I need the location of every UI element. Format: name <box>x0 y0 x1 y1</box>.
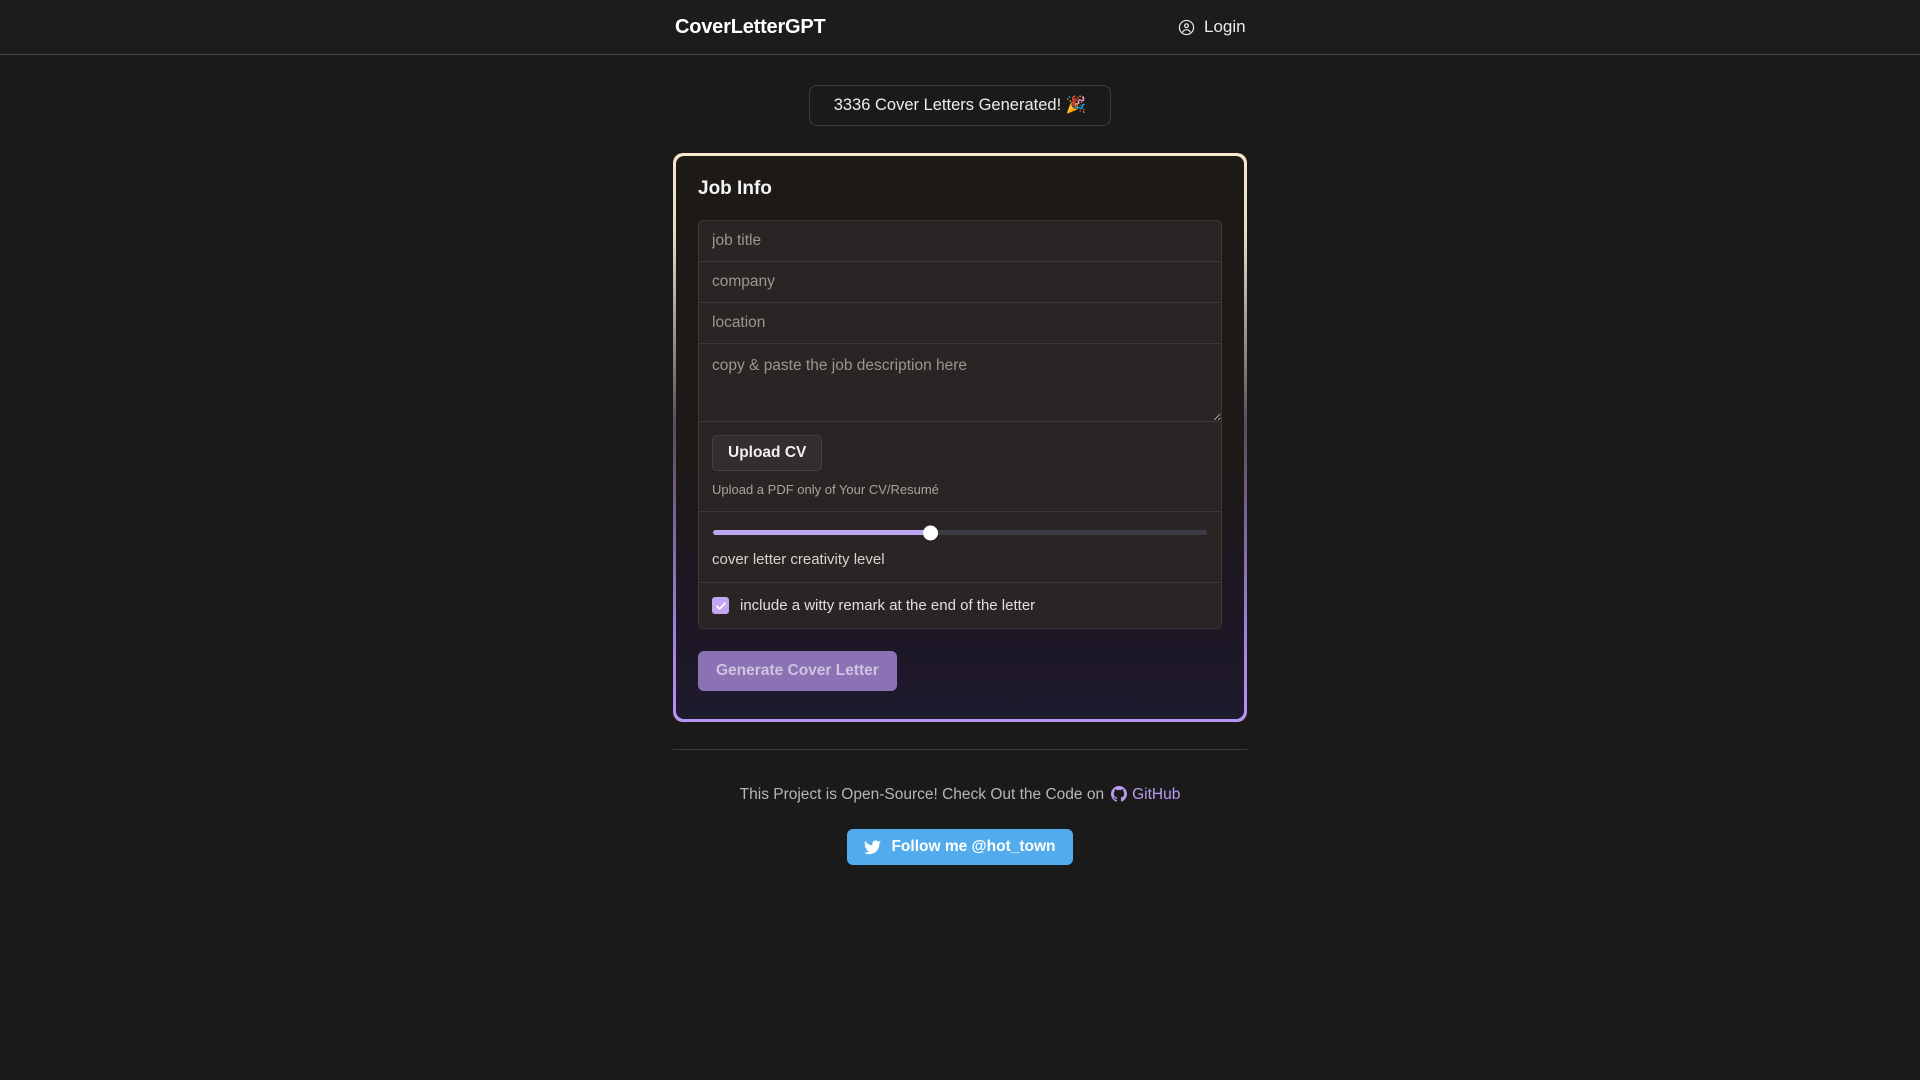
open-source-text: This Project is Open-Source! Check Out t… <box>739 786 1105 803</box>
job-info-card-container: Job Info Upload CV Upload a PDF only of … <box>0 153 1920 722</box>
twitter-container: Follow me @hot_town <box>0 829 1920 865</box>
page-title: CoverLetterGPT <box>675 15 826 38</box>
creativity-slider-label: cover letter creativity level <box>712 551 885 568</box>
slider-thumb[interactable] <box>922 525 938 540</box>
user-circle-icon <box>1178 19 1195 36</box>
login-label: Login <box>1204 17 1246 36</box>
app-header: CoverLetterGPT Login <box>0 0 1920 55</box>
creativity-slider[interactable] <box>713 525 1207 540</box>
twitter-follow-label: Follow me @hot_town <box>891 838 1056 855</box>
upload-cv-panel: Upload CV Upload a PDF only of Your CV/R… <box>698 421 1222 511</box>
location-input[interactable] <box>698 302 1222 343</box>
creativity-slider-panel: cover letter creativity level <box>698 511 1222 582</box>
login-button[interactable]: Login <box>1178 17 1246 37</box>
job-description-textarea[interactable] <box>698 343 1222 421</box>
upload-cv-hint: Upload a PDF only of Your CV/Resumé <box>712 482 939 497</box>
generate-cover-letter-button[interactable]: Generate Cover Letter <box>698 651 897 691</box>
card-title: Job Info <box>698 178 772 199</box>
generated-count-badge: 3336 Cover Letters Generated! 🎉 <box>808 85 1112 126</box>
footer-divider <box>673 749 1247 750</box>
counter-container: 3336 Cover Letters Generated! 🎉 <box>0 85 1920 126</box>
job-info-card: Job Info Upload CV Upload a PDF only of … <box>676 156 1244 719</box>
company-input[interactable] <box>698 261 1222 302</box>
twitter-bird-icon <box>864 839 882 855</box>
witty-remark-panel: include a witty remark at the end of the… <box>698 582 1222 629</box>
witty-remark-checkbox[interactable] <box>712 597 729 614</box>
upload-cv-button[interactable]: Upload CV <box>712 435 823 471</box>
job-info-form: Upload CV Upload a PDF only of Your CV/R… <box>698 220 1222 629</box>
open-source-note: This Project is Open-Source! Check Out t… <box>0 786 1920 807</box>
slider-fill <box>713 530 931 535</box>
twitter-follow-button[interactable]: Follow me @hot_town <box>847 829 1073 865</box>
job-title-input[interactable] <box>698 220 1222 261</box>
github-icon <box>1111 786 1128 807</box>
witty-remark-label: include a witty remark at the end of the… <box>740 597 1036 614</box>
job-info-card-border: Job Info Upload CV Upload a PDF only of … <box>673 153 1247 722</box>
github-link[interactable]: GitHub <box>1132 786 1180 803</box>
